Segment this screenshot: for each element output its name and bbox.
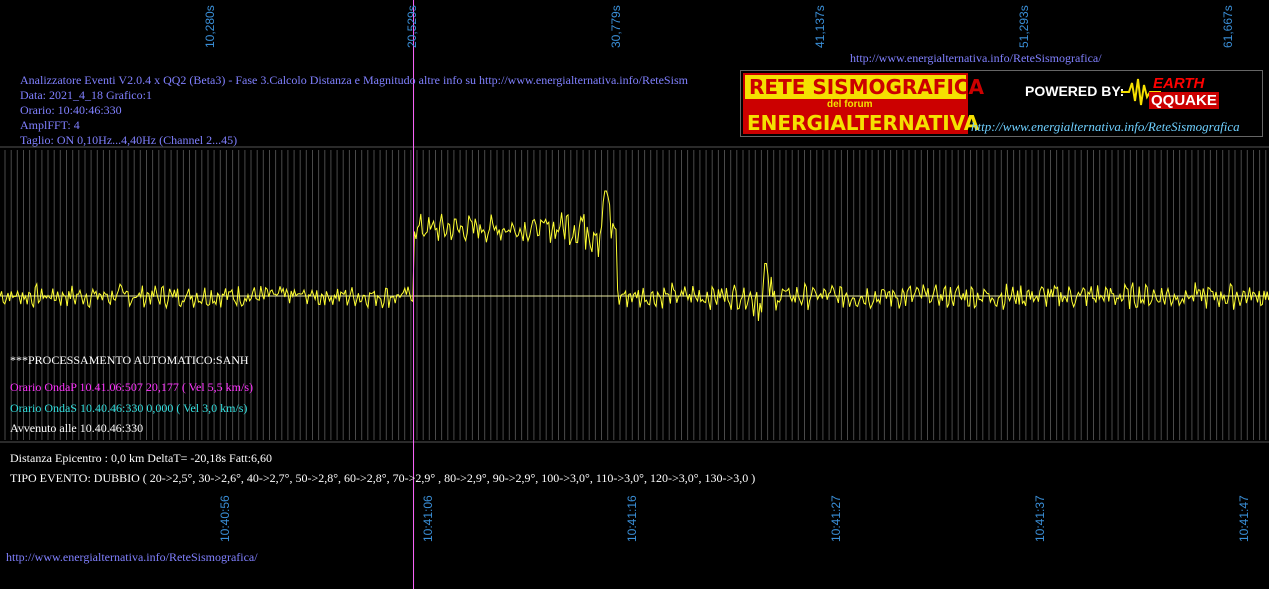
onda-p-time: Orario OndaP 10.41.06:507 20,177 ( Vel 5… <box>10 380 253 394</box>
logo-title: RETE SISMOGRAFICA <box>749 75 985 99</box>
top-tick-label: 10,280s <box>203 5 217 48</box>
logo-url-link[interactable]: http://www.energialternativa.info/ReteSi… <box>971 119 1240 135</box>
top-tick-label: 30,779s <box>609 5 623 48</box>
bottom-tick-label: 10:41:37 <box>1033 495 1047 542</box>
logo-brand: ENERGIALTERNATIVA <box>747 111 980 135</box>
epicenter-distance: Distanza Epicentro : 0,0 km DeltaT= -20,… <box>10 451 273 465</box>
processing-label: ***PROCESSAMENTO AUTOMATICO:SANH <box>10 353 249 367</box>
logo-quake-text: QQUAKE <box>1149 92 1219 109</box>
top-tick-label: 41,137s <box>813 5 827 48</box>
bottom-tick-label: 10:41:27 <box>829 495 843 542</box>
seismic-trace <box>0 190 1269 322</box>
top-tick-label: 61,667s <box>1221 5 1235 48</box>
footer-url-link[interactable]: http://www.energialternativa.info/ReteSi… <box>6 550 258 565</box>
bottom-tick-label: 10:40:56 <box>218 495 232 542</box>
top-tick-label: 51,293s <box>1017 5 1031 48</box>
logo-subtitle: del forum <box>827 99 873 110</box>
network-logo: RETE SISMOGRAFICA del forum ENERGIALTERN… <box>740 70 1263 137</box>
bottom-tick-label: 10:41:06 <box>421 495 435 542</box>
top-url-link[interactable]: http://www.energialternativa.info/ReteSi… <box>850 51 1102 66</box>
filter-line: Taglio: ON 0,10Hz...4,40Hz (Channel 2...… <box>20 133 238 147</box>
top-tick-label: 20,529s <box>405 5 419 48</box>
logo-earth-text: EARTH <box>1153 75 1205 92</box>
onda-s-time: Orario OndaS 10.40.46:330 0,000 ( Vel 3,… <box>10 401 248 415</box>
powered-by-label: POWERED BY: <box>1025 83 1125 99</box>
amplfft-line: AmplFFT: 4 <box>20 118 80 132</box>
bottom-tick-label: 10:41:16 <box>625 495 639 542</box>
time-line: Orario: 10:40:46:330 <box>20 103 122 117</box>
event-time: Avvenuto alle 10.40.46:330 <box>10 421 144 435</box>
analyzer-title: Analizzatore Eventi V2.0.4 x QQ2 (Beta3)… <box>20 73 688 87</box>
bottom-tick-label: 10:41:47 <box>1237 495 1251 542</box>
date-line: Data: 2021_4_18 Grafico:1 <box>20 88 152 102</box>
event-type: TIPO EVENTO: DUBBIO ( 20->2,5°, 30->2,6°… <box>10 471 756 485</box>
